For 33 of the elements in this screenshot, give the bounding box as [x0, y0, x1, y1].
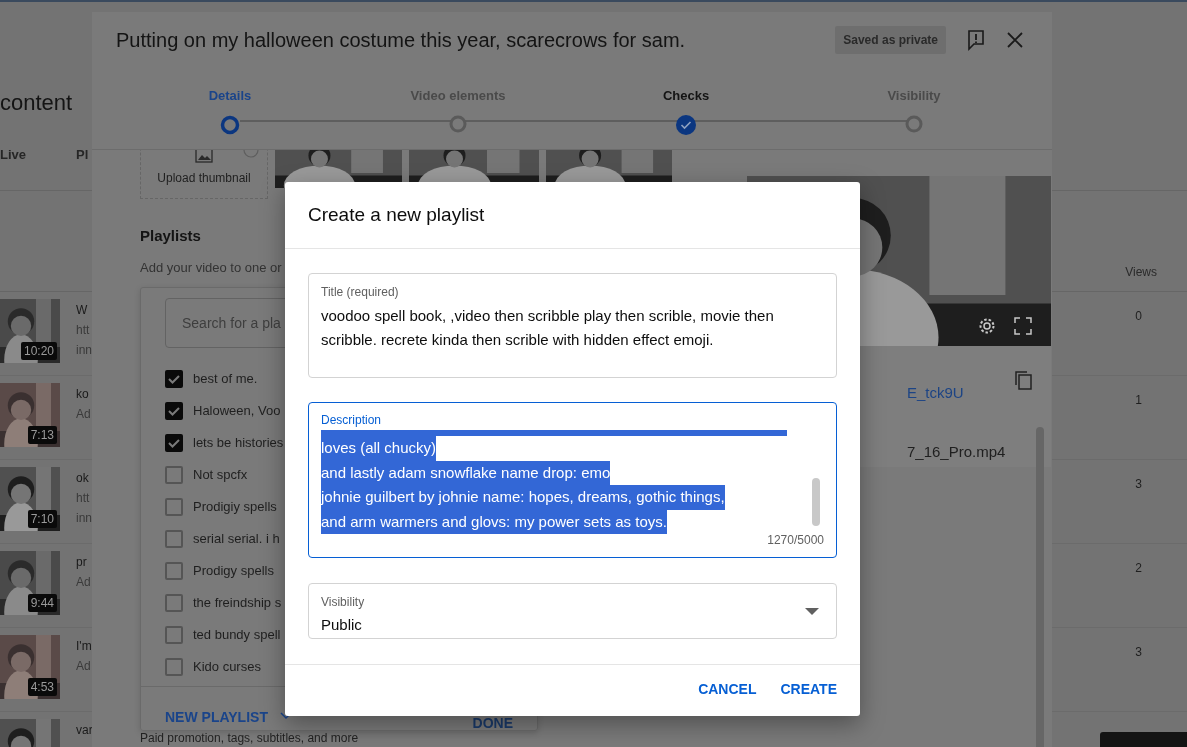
- view-count: 3: [1135, 644, 1142, 661]
- page-heading: content: [0, 90, 73, 116]
- view-count: 0: [1135, 308, 1142, 325]
- duration-badge: 7:10: [27, 510, 57, 528]
- field-value: Public: [321, 614, 362, 635]
- column-header: Views: [1125, 264, 1157, 281]
- duration-badge: 9:44: [27, 594, 57, 612]
- video-description: Ad: [76, 406, 91, 423]
- field-label: Title (required): [321, 284, 399, 301]
- video-description: htt: [76, 490, 90, 507]
- view-count: 2: [1135, 560, 1142, 577]
- dialog-title: Create a new playlist: [308, 202, 485, 227]
- field-value: voodoo spell book, ,video then scribble play then scrible, movie then scribble. recrete kinda then scrible with hidden effect emoji.: [321, 306, 775, 350]
- dialog-title: Putting on my halloween costume this year, scarecrows for sam.: [116, 28, 686, 53]
- video-description: inn: [76, 510, 92, 527]
- file-name: 7_16_Pro.mp4: [907, 441, 1006, 462]
- section-heading: Playlists: [140, 226, 201, 246]
- video-description: inn: [76, 342, 92, 359]
- section-hint: Paid promotion, tags, subtitles, and more: [140, 732, 359, 745]
- video-description: Ad: [76, 574, 91, 591]
- duration-badge: 10:20: [20, 342, 57, 360]
- section-hint: Add your video to one or: [140, 258, 282, 277]
- field-value: loves (all chucky) and lastly adam snowflake name drop: emo johnie guilbert by johnie name: hopes, dreams, gothic things, and arm warmers and glovs: my power sets as toys.: [321, 430, 824, 534]
- character-counter: 1270/5000: [767, 532, 824, 549]
- view-count: 1: [1135, 392, 1142, 409]
- field-label: Description: [321, 412, 382, 429]
- video-description: htt: [76, 322, 90, 339]
- status-badge: Saved as private: [835, 26, 946, 54]
- field-label: Visibility: [321, 593, 365, 611]
- view-count: 3: [1135, 476, 1142, 493]
- duration-badge: 4:53: [27, 678, 57, 696]
- video-description: Ad: [76, 658, 91, 675]
- duration-badge: 7:13: [27, 426, 57, 444]
